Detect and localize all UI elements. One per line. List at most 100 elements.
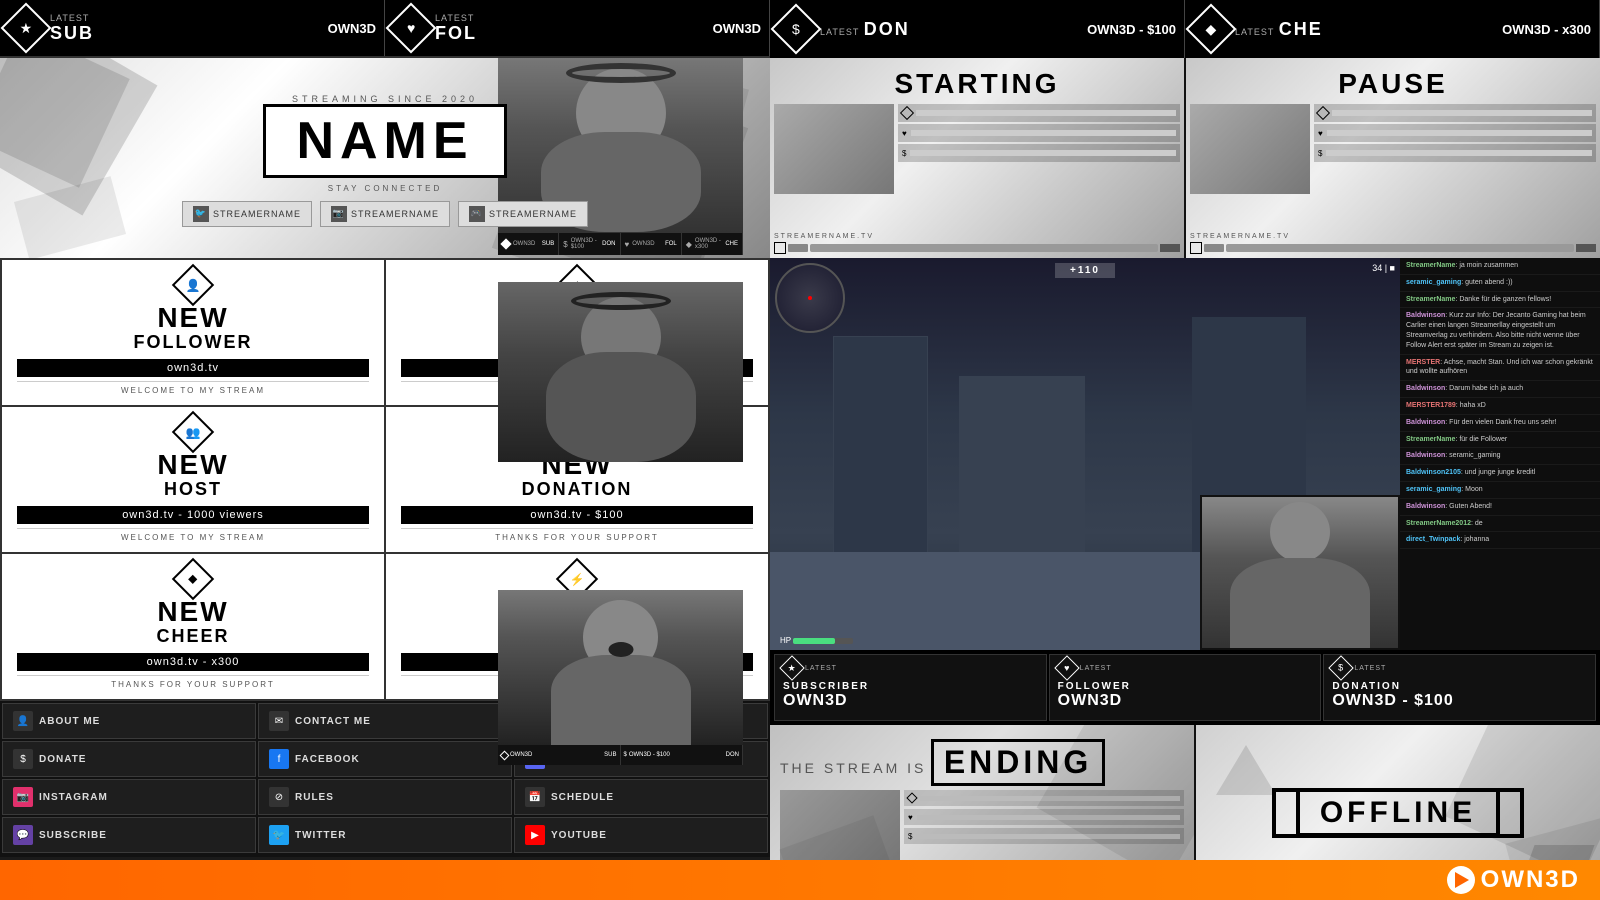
chat-panel: StreamerName: ja moin zusammen seramic_g… <box>1400 258 1600 650</box>
pause-bar-3 <box>1326 150 1592 156</box>
instagram-button[interactable]: 📷 INSTAGRAM <box>2 779 256 815</box>
game-kill-score: 34 | ■ <box>1372 263 1395 273</box>
chat-msg-7: MERSTER1789: haha xD <box>1400 398 1600 415</box>
about-me-icon: 👤 <box>13 711 33 731</box>
chat-msg-15: direct_Twinpack: johanna <box>1400 532 1600 549</box>
social-links: 🐦 STREAMERNAME 📷 STREAMERNAME 🎮 STREAMER… <box>182 201 588 227</box>
sbs-subscriber: ★ LATEST SUBSCRIBER OWN3D <box>774 654 1047 721</box>
wcam-don-type: DON <box>602 241 615 247</box>
webcam-frame-bottom <box>498 282 743 462</box>
sbs-don-icon: $ <box>1329 655 1354 680</box>
host-name: own3d.tv - 1000 viewers <box>17 506 369 524</box>
headphones-2 <box>571 292 671 310</box>
donate-button[interactable]: $ DONATE <box>2 741 256 777</box>
webcam-float-bottom: OWN3D SUB $ OWN3D - $100 DON <box>498 590 743 765</box>
subscribe-icon: 💬 <box>13 825 33 845</box>
wcam-che-label: OWN3D - x300 <box>695 238 722 250</box>
pause-alert-2: ♥ <box>1314 124 1596 142</box>
logo-play-icon <box>1455 872 1469 888</box>
twitter-icon: 🐦 <box>193 206 209 222</box>
trs-che-icon: ◆ <box>1186 4 1237 55</box>
twitter-link[interactable]: 🐦 STREAMERNAME <box>182 201 312 227</box>
sbs-sub-value: OWN3D <box>783 692 1038 710</box>
rules-button[interactable]: ⊘ RULES <box>258 779 512 815</box>
building-1 <box>833 336 928 571</box>
trs-don-icon: $ <box>771 4 822 55</box>
chat-msg-2: seramic_gaming: guten abend :)) <box>1400 275 1600 292</box>
trs-don-text: LATEST DON <box>820 19 1081 40</box>
sbs-fol-title: FOLLOWER <box>1058 681 1313 692</box>
chat-msg-6: Baldwinson: Darum habe ich ja auch <box>1400 381 1600 398</box>
alert-cheer: ◆ NEW CHEER own3d.tv - x300 THANKS FOR Y… <box>2 554 384 699</box>
stat-fol-text: LATEST FOL <box>435 13 707 44</box>
youtube-button[interactable]: ▶ YOUTUBE <box>514 817 768 853</box>
starting-url: STREAMERNAME.TV <box>774 233 1180 240</box>
cheer-icon: ◆ <box>172 558 214 600</box>
panels-row-3: 📷 INSTAGRAM ⊘ RULES 📅 SCHEDULE <box>2 779 768 815</box>
float-sub-text: OWN3D <box>510 752 532 758</box>
ending-heart-icon: ♥ <box>908 813 913 822</box>
cheer-new: NEW <box>157 598 228 626</box>
sbs-sub-title: SUBSCRIBER <box>783 681 1038 692</box>
fol-label: LATEST <box>435 13 707 23</box>
facebook-button[interactable]: f FACEBOOK <box>258 741 512 777</box>
sub-icon: ★ <box>1 3 52 54</box>
generic-link[interactable]: 🎮 STREAMERNAME <box>458 201 588 227</box>
chat-text-8: Für den vielen Dank freu uns sehr! <box>1449 419 1556 426</box>
twitter-btn[interactable]: 🐦 TWITTER <box>258 817 512 853</box>
starting-bar-3 <box>910 150 1176 156</box>
float-don-type: DON <box>726 752 739 758</box>
stream-cam-overlay <box>1200 495 1400 650</box>
person-body-2 <box>546 352 696 462</box>
wcam-heart-icon: ♥ <box>625 240 630 249</box>
facebook-icon: f <box>269 749 289 769</box>
contact-me-button[interactable]: ✉ CONTACT ME <box>258 703 512 739</box>
twitter-label: TWITTER <box>295 830 346 841</box>
starting-mini-cam <box>788 244 808 252</box>
sbs-sub-label: LATEST <box>805 665 837 672</box>
twitter-btn-icon: 🐦 <box>269 825 289 845</box>
wcam-fol-label: OWN3D <box>632 241 654 247</box>
logo-text: OWN3D <box>1481 866 1580 894</box>
rules-icon: ⊘ <box>269 787 289 807</box>
about-me-button[interactable]: 👤 ABOUT ME <box>2 703 256 739</box>
chat-text-2: guten abend :)) <box>1465 279 1512 286</box>
float-don-text: OWN3D - $100 <box>629 752 670 758</box>
follower-type: FOLLOWER <box>134 332 253 353</box>
screen-previews-row: STARTING ♥ $ <box>770 58 1600 258</box>
hp-bar-fill <box>793 638 835 644</box>
alert-follower: 👤 NEW FOLLOWER own3d.tv WELCOME TO MY ST… <box>2 260 384 405</box>
schedule-button[interactable]: 📅 SCHEDULE <box>514 779 768 815</box>
pause-content: ♥ $ <box>1186 100 1600 229</box>
chat-text-9: für die Follower <box>1459 436 1507 443</box>
pause-alerts: ♥ $ <box>1314 104 1596 225</box>
pause-label: PAUSE <box>1186 68 1600 100</box>
schedule-label: SCHEDULE <box>551 792 614 803</box>
pause-ctrl-end <box>1576 244 1596 252</box>
twitter-name: STREAMERNAME <box>213 209 301 219</box>
donation-type: DONATION <box>522 479 633 500</box>
instagram-link[interactable]: 📷 STREAMERNAME <box>320 201 450 227</box>
stream-name: NAME <box>296 112 473 170</box>
pause-bar-1 <box>1332 110 1592 116</box>
starting-dollar-icon: $ <box>902 149 906 158</box>
wcam-sub-stat: OWN3D SUB <box>498 233 559 255</box>
wcam-fol-type: FOL <box>665 241 677 247</box>
starting-ctrl-end <box>1160 244 1180 252</box>
pause-bottom: STREAMERNAME.TV <box>1186 229 1600 258</box>
chat-msg-11: Baldwinson2105: und junge junge kreditl <box>1400 465 1600 482</box>
sbs-sub-icon: ★ <box>779 655 804 680</box>
wcam-don-stat: $ OWN3D - $100 DON <box>559 233 620 255</box>
building-2 <box>959 376 1085 572</box>
generic-name: STREAMERNAME <box>489 209 577 219</box>
subscribe-label: SUBSCRIBE <box>39 830 107 841</box>
follower-new: NEW <box>157 304 228 332</box>
chat-user-11: Baldwinson2105 <box>1406 469 1461 476</box>
starting-progress <box>810 244 1158 252</box>
trs-che: ◆ LATEST CHE OWN3D - x300 <box>1185 0 1600 58</box>
game-minimap <box>775 263 845 333</box>
chat-user-13: Baldwinson <box>1406 503 1445 510</box>
right-panel: $ LATEST DON OWN3D - $100 ◆ LATEST CHE O… <box>770 0 1600 900</box>
subscribe-button[interactable]: 💬 SUBSCRIBE <box>2 817 256 853</box>
sbs-sub-header: ★ LATEST <box>783 659 1038 677</box>
